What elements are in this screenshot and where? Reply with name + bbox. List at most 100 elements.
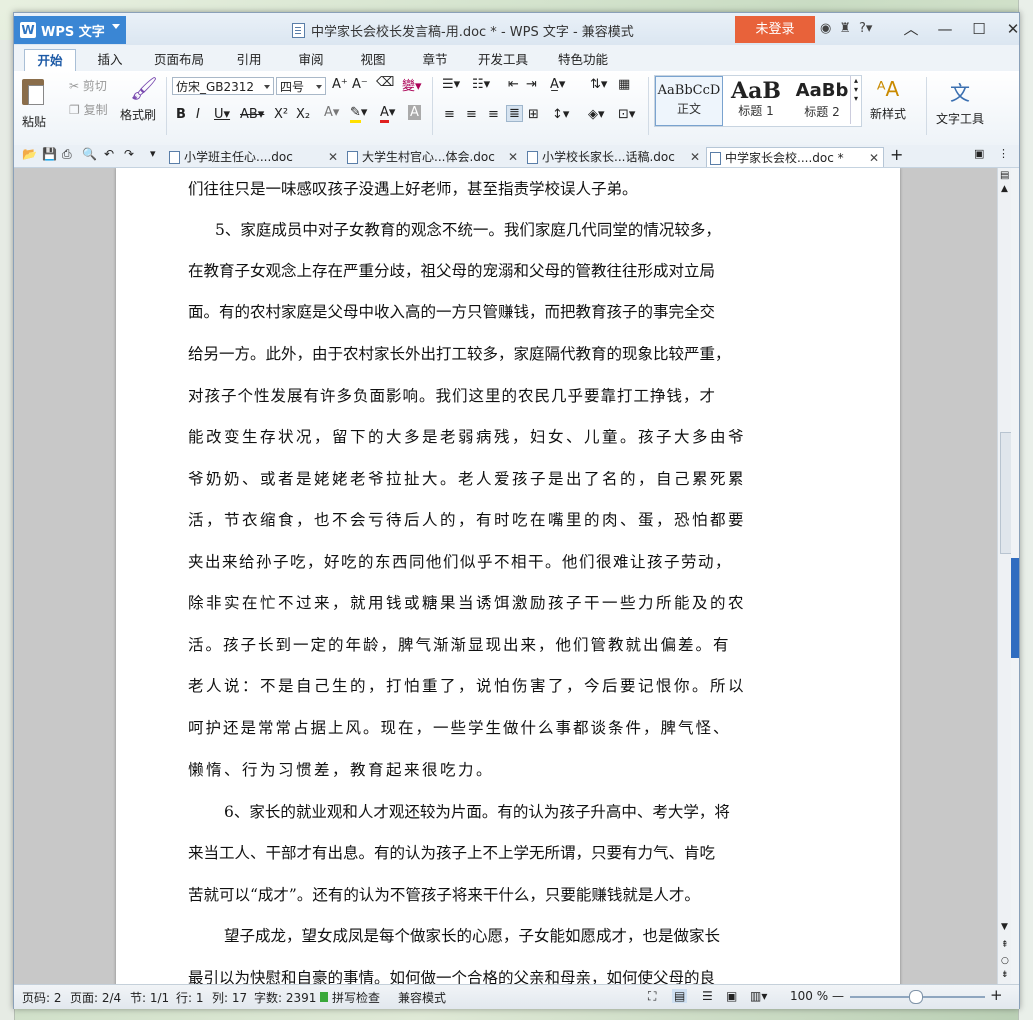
- font-name-select[interactable]: 仿宋_GB2312: [172, 77, 274, 95]
- vertical-scrollbar[interactable]: ▤ ▲ ▼ ⇞ ○ ⇟: [997, 168, 1012, 984]
- close-tab-icon[interactable]: ✕: [508, 147, 518, 167]
- new-style-button[interactable]: ᴬA 新样式: [870, 77, 906, 122]
- close-tab-icon[interactable]: ✕: [690, 147, 700, 167]
- align-left-icon[interactable]: ≡: [444, 107, 455, 122]
- help-icon[interactable]: ?▾: [859, 21, 872, 36]
- change-case-icon[interactable]: A̲▾: [550, 77, 565, 92]
- open-icon[interactable]: 📂: [22, 147, 37, 161]
- doc-tab-active[interactable]: 中学家长会校....doc * ✕: [706, 147, 884, 167]
- strikethrough-button[interactable]: AB▾: [240, 107, 264, 122]
- page-view-icon[interactable]: ▤: [672, 989, 688, 1003]
- style-normal[interactable]: AaBbCcD 正文: [655, 76, 723, 126]
- sort-icon[interactable]: ⇅▾: [590, 77, 607, 92]
- tab-developer[interactable]: 开发工具: [470, 49, 536, 71]
- scroll-down-icon[interactable]: ▼: [1001, 922, 1008, 932]
- table-icon[interactable]: ▦: [618, 77, 630, 92]
- tab-list-icon[interactable]: ▣: [974, 147, 984, 160]
- doc-tab[interactable]: 大学生村官心...体会.doc ✕: [344, 147, 522, 167]
- increase-indent-icon[interactable]: ⇥: [526, 77, 537, 92]
- distributed-icon[interactable]: ⊞: [528, 107, 539, 122]
- tab-chapter[interactable]: 章节: [410, 49, 460, 71]
- bullet-list-icon[interactable]: ☰▾: [442, 77, 460, 92]
- style-heading-1[interactable]: AaB 标题 1: [723, 76, 789, 124]
- align-right-icon[interactable]: ≡: [488, 107, 499, 122]
- status-wordcount[interactable]: 字数: 2391: [254, 989, 316, 1006]
- doc-tab[interactable]: 小学校长家长...话稿.doc ✕: [524, 147, 704, 167]
- wps-logo-button[interactable]: W WPS 文字: [14, 16, 126, 44]
- status-spellcheck[interactable]: 拼写检查: [332, 989, 380, 1006]
- quick-access-dropdown[interactable]: ▾: [150, 147, 156, 160]
- cut-button[interactable]: ✂ 剪切: [69, 77, 107, 94]
- web-view-icon[interactable]: ▣: [726, 989, 737, 1003]
- tab-references[interactable]: 引用: [224, 49, 274, 71]
- zoom-slider-thumb[interactable]: [909, 990, 923, 1004]
- highlight-icon[interactable]: ✎▾: [350, 105, 367, 123]
- document-page[interactable]: 们往往只是一味感叹孩子没遇上好老师，甚至指责学校误人子弟。 5、家庭成员中对子女…: [116, 168, 900, 984]
- numbered-list-icon[interactable]: ☷▾: [472, 77, 490, 92]
- bold-button[interactable]: B: [176, 107, 186, 122]
- prev-page-icon[interactable]: ⇞: [1001, 940, 1009, 950]
- doc-tab[interactable]: 小学班主任心....doc ✕: [166, 147, 342, 167]
- close-tab-icon[interactable]: ✕: [328, 147, 338, 167]
- split-view-icon[interactable]: ▤: [1000, 170, 1009, 181]
- style-heading-2[interactable]: AaBb 标题 2: [789, 76, 855, 124]
- tab-menu-icon[interactable]: ⋮: [998, 147, 1009, 160]
- shirt-icon[interactable]: ♜: [839, 21, 851, 36]
- select-browse-object-icon[interactable]: ○: [1001, 956, 1009, 966]
- char-shading-icon[interactable]: A: [408, 105, 421, 120]
- subscript-button[interactable]: X₂: [296, 107, 310, 122]
- maximize-button[interactable]: ☐: [962, 17, 996, 41]
- scroll-up-icon[interactable]: ▲: [1001, 184, 1008, 194]
- close-button[interactable]: ✕: [996, 17, 1030, 41]
- justify-icon[interactable]: ≣: [506, 105, 523, 122]
- task-pane-tab[interactable]: [1011, 558, 1019, 658]
- format-painter-button[interactable]: 🖌 格式刷: [120, 77, 158, 123]
- zoom-in-button[interactable]: +: [990, 986, 1003, 1004]
- tab-special[interactable]: 特色功能: [546, 49, 620, 71]
- tab-view[interactable]: 视图: [348, 49, 398, 71]
- fullscreen-icon[interactable]: ⛶: [648, 989, 656, 1004]
- zoom-level[interactable]: 100 %: [790, 989, 828, 1003]
- next-page-icon[interactable]: ⇟: [1001, 970, 1009, 980]
- new-tab-icon[interactable]: +: [890, 145, 903, 164]
- clear-format-icon[interactable]: ⌫: [376, 75, 394, 90]
- redo-icon[interactable]: ↷: [124, 147, 134, 161]
- superscript-button[interactable]: X²: [274, 107, 288, 122]
- copy-button[interactable]: ❐ 复制: [69, 101, 108, 118]
- save-icon[interactable]: 💾: [42, 147, 57, 161]
- grow-font-button[interactable]: A⁺: [332, 77, 348, 92]
- undo-icon[interactable]: ↶: [104, 147, 114, 161]
- close-tab-icon[interactable]: ✕: [869, 148, 879, 168]
- font-size-select[interactable]: 四号: [276, 77, 326, 95]
- shrink-font-button[interactable]: A⁻: [352, 77, 368, 92]
- italic-button[interactable]: I: [196, 107, 200, 122]
- task-pane-toggle[interactable]: [1011, 168, 1019, 984]
- tab-insert[interactable]: 插入: [84, 49, 136, 71]
- border-icon[interactable]: ⊡▾: [618, 107, 635, 122]
- skin-icon[interactable]: ◉: [820, 21, 831, 36]
- tab-review[interactable]: 审阅: [286, 49, 336, 71]
- minimize-button[interactable]: —: [928, 17, 962, 41]
- zoom-out-button[interactable]: —: [832, 989, 844, 1003]
- style-gallery-scroll[interactable]: ▴ ▾ ▾: [850, 76, 861, 124]
- decrease-indent-icon[interactable]: ⇤: [508, 77, 519, 92]
- print-preview-icon[interactable]: 🔍: [82, 147, 97, 161]
- phonetic-guide-icon[interactable]: 變▾: [402, 75, 422, 94]
- align-center-icon[interactable]: ≡: [466, 107, 477, 122]
- line-spacing-icon[interactable]: ↕▾: [552, 107, 569, 122]
- text-effect-icon[interactable]: A▾: [324, 105, 339, 120]
- login-button[interactable]: 未登录: [735, 16, 815, 43]
- tab-page-layout[interactable]: 页面布局: [144, 49, 214, 71]
- collapse-ribbon-button[interactable]: ︿: [894, 17, 928, 41]
- outline-view-icon[interactable]: ☰: [702, 989, 713, 1003]
- clipboard-icon: [22, 79, 44, 105]
- font-color-icon[interactable]: A▾: [380, 105, 395, 123]
- shading-icon[interactable]: ◈▾: [588, 107, 605, 122]
- underline-button[interactable]: U▾: [214, 107, 230, 122]
- print-icon[interactable]: ⎙: [62, 147, 72, 162]
- text-tools-button[interactable]: 文 文字工具: [936, 77, 984, 127]
- paste-button[interactable]: 粘贴: [22, 79, 46, 130]
- tab-home[interactable]: 开始: [24, 49, 76, 72]
- reading-view-icon[interactable]: ▥▾: [750, 989, 767, 1003]
- copy-icon: ❐: [69, 103, 80, 117]
